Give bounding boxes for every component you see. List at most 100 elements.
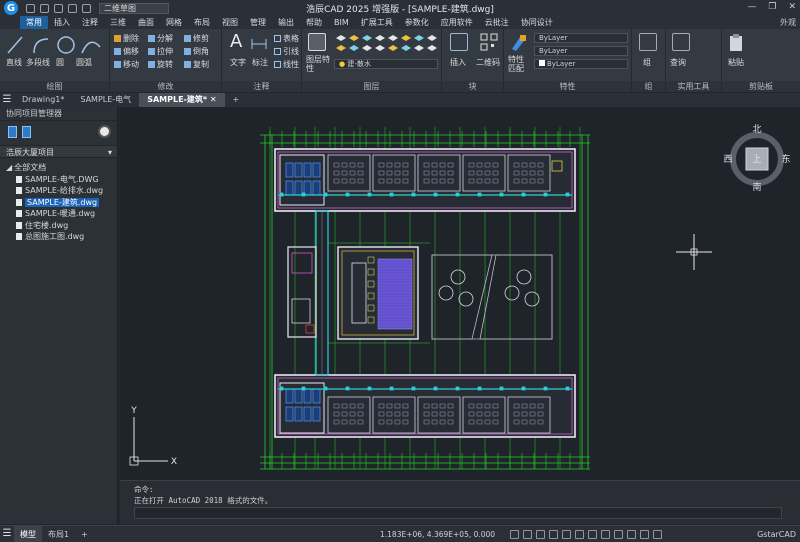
- command-input[interactable]: [134, 507, 782, 519]
- layer-tool-icon[interactable]: [414, 45, 424, 51]
- chamfer-tool[interactable]: 倒角: [184, 46, 209, 57]
- offset-tool[interactable]: 偏移: [114, 46, 139, 57]
- polar-toggle-icon[interactable]: [549, 529, 558, 539]
- polyline-tool[interactable]: 多段线: [26, 57, 50, 68]
- circle-tool[interactable]: 圆: [56, 57, 64, 68]
- add-tab-button[interactable]: +: [225, 93, 248, 107]
- doc-tab-drawing1[interactable]: Drawing1*: [14, 93, 72, 107]
- layer-tool-icon[interactable]: [427, 35, 437, 41]
- linetype-select[interactable]: ByLayer: [534, 46, 628, 56]
- layer-select[interactable]: ● 建-散水: [334, 59, 438, 69]
- paste-tool[interactable]: 粘贴: [728, 57, 744, 68]
- close-button[interactable]: ✕: [788, 2, 796, 12]
- appearance-menu[interactable]: 外观: [780, 16, 796, 29]
- color-select[interactable]: ByLayer: [534, 33, 628, 43]
- match-properties-tool[interactable]: 特性匹配: [508, 55, 528, 73]
- layer-tool-icon[interactable]: [362, 45, 372, 51]
- model-tab[interactable]: 模型: [14, 525, 42, 542]
- user-avatar[interactable]: [98, 125, 111, 138]
- layer-tool-icon[interactable]: [349, 45, 359, 51]
- line-tool[interactable]: 直线: [6, 57, 22, 68]
- copy-tool[interactable]: 复制: [184, 59, 209, 70]
- ribbon-tab[interactable]: 输出: [272, 16, 300, 29]
- minimize-button[interactable]: —: [747, 2, 756, 12]
- add-layout-button[interactable]: +: [75, 526, 94, 542]
- stretch-tool[interactable]: 拉伸: [148, 46, 173, 57]
- transparency-toggle-icon[interactable]: [601, 529, 610, 539]
- trim-tool[interactable]: 修剪: [184, 33, 209, 44]
- rotate-tool[interactable]: 旋转: [148, 59, 173, 70]
- ribbon-tab[interactable]: 注释: [76, 16, 104, 29]
- layer-tool-icon[interactable]: [336, 45, 346, 51]
- grid-toggle-icon[interactable]: [510, 529, 519, 539]
- layer-tool-icon[interactable]: [401, 35, 411, 41]
- ribbon-tab[interactable]: 扩展工具: [355, 16, 399, 29]
- lineweight-toggle-icon[interactable]: [588, 529, 597, 539]
- erase-tool[interactable]: 删除: [114, 33, 139, 44]
- query-tool[interactable]: 查询: [670, 57, 686, 68]
- close-tab-icon[interactable]: ✕: [210, 95, 217, 104]
- layer-tool-icon[interactable]: [427, 45, 437, 51]
- redo-icon[interactable]: [82, 3, 91, 13]
- ribbon-tab[interactable]: 参数化: [399, 16, 435, 29]
- doc-tab-electrical[interactable]: SAMPLE-电气: [72, 93, 139, 107]
- layer-tool-icon[interactable]: [336, 35, 346, 41]
- table-tool[interactable]: 表格: [274, 33, 299, 44]
- insert-tool[interactable]: 插入: [450, 57, 466, 68]
- dimension-tool[interactable]: 标注: [252, 57, 268, 68]
- workspace-select[interactable]: 二维草图: [99, 2, 169, 14]
- project-select[interactable]: 浩辰大厦项目 ▾: [0, 145, 117, 158]
- linear-tool[interactable]: 线性: [274, 59, 299, 70]
- ribbon-tab[interactable]: 三维: [104, 16, 132, 29]
- osnap-toggle-icon[interactable]: [562, 529, 571, 539]
- fullscreen-icon[interactable]: [653, 529, 662, 539]
- ribbon-tab[interactable]: 视图: [216, 16, 244, 29]
- ortho-toggle-icon[interactable]: [536, 529, 545, 539]
- layout1-tab[interactable]: 布局1: [42, 526, 75, 542]
- group-tool[interactable]: 组: [643, 57, 651, 68]
- save-icon[interactable]: [54, 3, 63, 13]
- layer-tool-icon[interactable]: [401, 45, 411, 51]
- explode-tool[interactable]: 分解: [148, 33, 173, 44]
- ribbon-tab[interactable]: 协同设计: [515, 16, 559, 29]
- snap-toggle-icon[interactable]: [523, 529, 532, 539]
- layer-tool-icon[interactable]: [375, 45, 385, 51]
- project-file-icon[interactable]: [8, 126, 17, 138]
- leader-tool[interactable]: 引线: [274, 46, 299, 57]
- workspace-gear-icon[interactable]: [640, 529, 649, 539]
- ribbon-tab[interactable]: 常用: [20, 16, 48, 29]
- tree-file-item[interactable]: SAMPLE-建筑.dwg: [0, 197, 117, 209]
- tree-file-item[interactable]: SAMPLE-给排水.dwg: [0, 185, 117, 197]
- drawing-canvas[interactable]: 北南 东 西 上 Y X: [120, 107, 800, 479]
- doc-tab-architecture[interactable]: SAMPLE-建筑* ✕: [139, 93, 225, 107]
- lineweight-select[interactable]: ByLayer: [534, 59, 628, 69]
- ribbon-tab[interactable]: 插入: [48, 16, 76, 29]
- tree-file-item[interactable]: 总图施工图.dwg: [0, 231, 117, 243]
- selection-cycle-icon[interactable]: [614, 529, 623, 539]
- ribbon-tab[interactable]: 应用软件: [435, 16, 479, 29]
- layer-tool-icon[interactable]: [375, 35, 385, 41]
- ribbon-tab[interactable]: 管理: [244, 16, 272, 29]
- arc-tool[interactable]: 圆弧: [76, 57, 92, 68]
- ribbon-tab[interactable]: 布局: [188, 16, 216, 29]
- layer-tool-icon[interactable]: [414, 35, 424, 41]
- move-tool[interactable]: 移动: [114, 59, 139, 70]
- ribbon-tab[interactable]: 帮助: [300, 16, 328, 29]
- layer-properties-tool[interactable]: 图层特性: [306, 55, 332, 73]
- undo-icon[interactable]: [68, 3, 77, 13]
- ribbon-tab[interactable]: BIM: [328, 16, 355, 29]
- text-tool[interactable]: 文字: [230, 57, 246, 68]
- qrcode-tool[interactable]: 二维码: [476, 57, 500, 68]
- tree-file-item[interactable]: SAMPLE-电气.DWG: [0, 174, 117, 186]
- layer-tool-icon[interactable]: [362, 35, 372, 41]
- layer-tool-icon[interactable]: [349, 35, 359, 41]
- tree-root[interactable]: ◢ 全部文档: [0, 162, 117, 174]
- open-file-icon[interactable]: [40, 3, 49, 13]
- menu-icon[interactable]: ☰: [0, 93, 14, 107]
- layer-tool-icon[interactable]: [388, 45, 398, 51]
- app-logo-icon[interactable]: G: [4, 1, 18, 15]
- annotation-scale-icon[interactable]: [627, 529, 636, 539]
- ribbon-tab[interactable]: 云批注: [479, 16, 515, 29]
- tree-file-item[interactable]: SAMPLE-暖通.dwg: [0, 208, 117, 220]
- project-doc-icon[interactable]: [22, 126, 31, 138]
